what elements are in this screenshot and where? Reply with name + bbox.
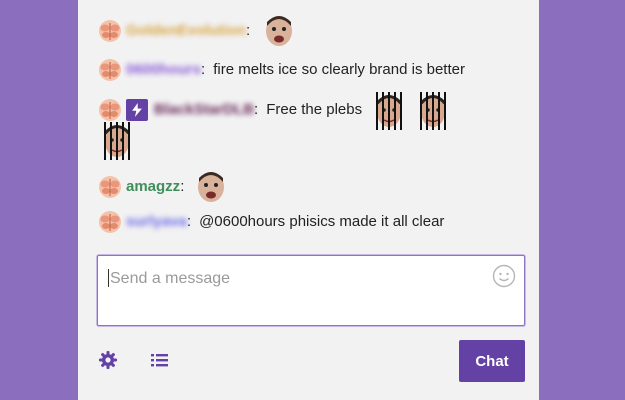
chat-message-input[interactable] <box>108 266 482 292</box>
chat-username[interactable]: surlyava <box>126 211 187 233</box>
chat-panel: GoldenEvolution : 0600hours : fire melts… <box>78 0 539 400</box>
subscriber-badge-icon <box>98 19 122 43</box>
jail-emote-icon <box>102 122 132 160</box>
chat-send-button[interactable]: Chat <box>459 340 525 382</box>
subscriber-badge-icon <box>98 58 122 82</box>
jail-emote-icon <box>418 92 448 130</box>
chat-username[interactable]: amagzz <box>126 176 180 198</box>
chat-message: amagzz : <box>98 170 529 204</box>
subscriber-badge-icon <box>98 98 122 122</box>
chat-input-box[interactable] <box>97 255 525 326</box>
chat-message: BlackStarDLB : Free the plebs <box>98 92 529 130</box>
face-emote-icon <box>264 14 294 48</box>
chat-message: surlyava : @0600hours phisics made it al… <box>98 210 529 234</box>
text-caret <box>108 269 109 287</box>
chat-message-text: fire melts ice so clearly brand is bette… <box>213 61 465 78</box>
chat-username[interactable]: GoldenEvolution <box>126 20 246 42</box>
chat-message-text: @0600hours phisics made it all clear <box>199 213 445 230</box>
subscriber-badge-icon <box>98 210 122 234</box>
colon-separator: : <box>201 61 206 78</box>
chat-username[interactable]: 0600hours <box>126 59 201 81</box>
chat-message: GoldenEvolution : <box>98 14 529 48</box>
gear-icon[interactable] <box>98 350 118 370</box>
smiley-icon[interactable] <box>492 264 516 288</box>
chat-username[interactable]: BlackStarDLB <box>154 99 254 121</box>
list-icon[interactable] <box>150 352 170 368</box>
jail-emote-icon <box>374 92 404 130</box>
turbo-badge-icon <box>126 99 148 121</box>
chat-message-text: Free the plebs <box>266 101 363 118</box>
chat-message: 0600hours : fire melts ice so clearly br… <box>98 58 529 82</box>
subscriber-badge-icon <box>98 175 122 199</box>
colon-separator: : <box>246 22 251 39</box>
colon-separator: : <box>186 213 192 230</box>
colon-separator: : <box>254 101 259 118</box>
colon-separator: : <box>180 178 185 195</box>
face-emote-icon <box>196 170 226 204</box>
